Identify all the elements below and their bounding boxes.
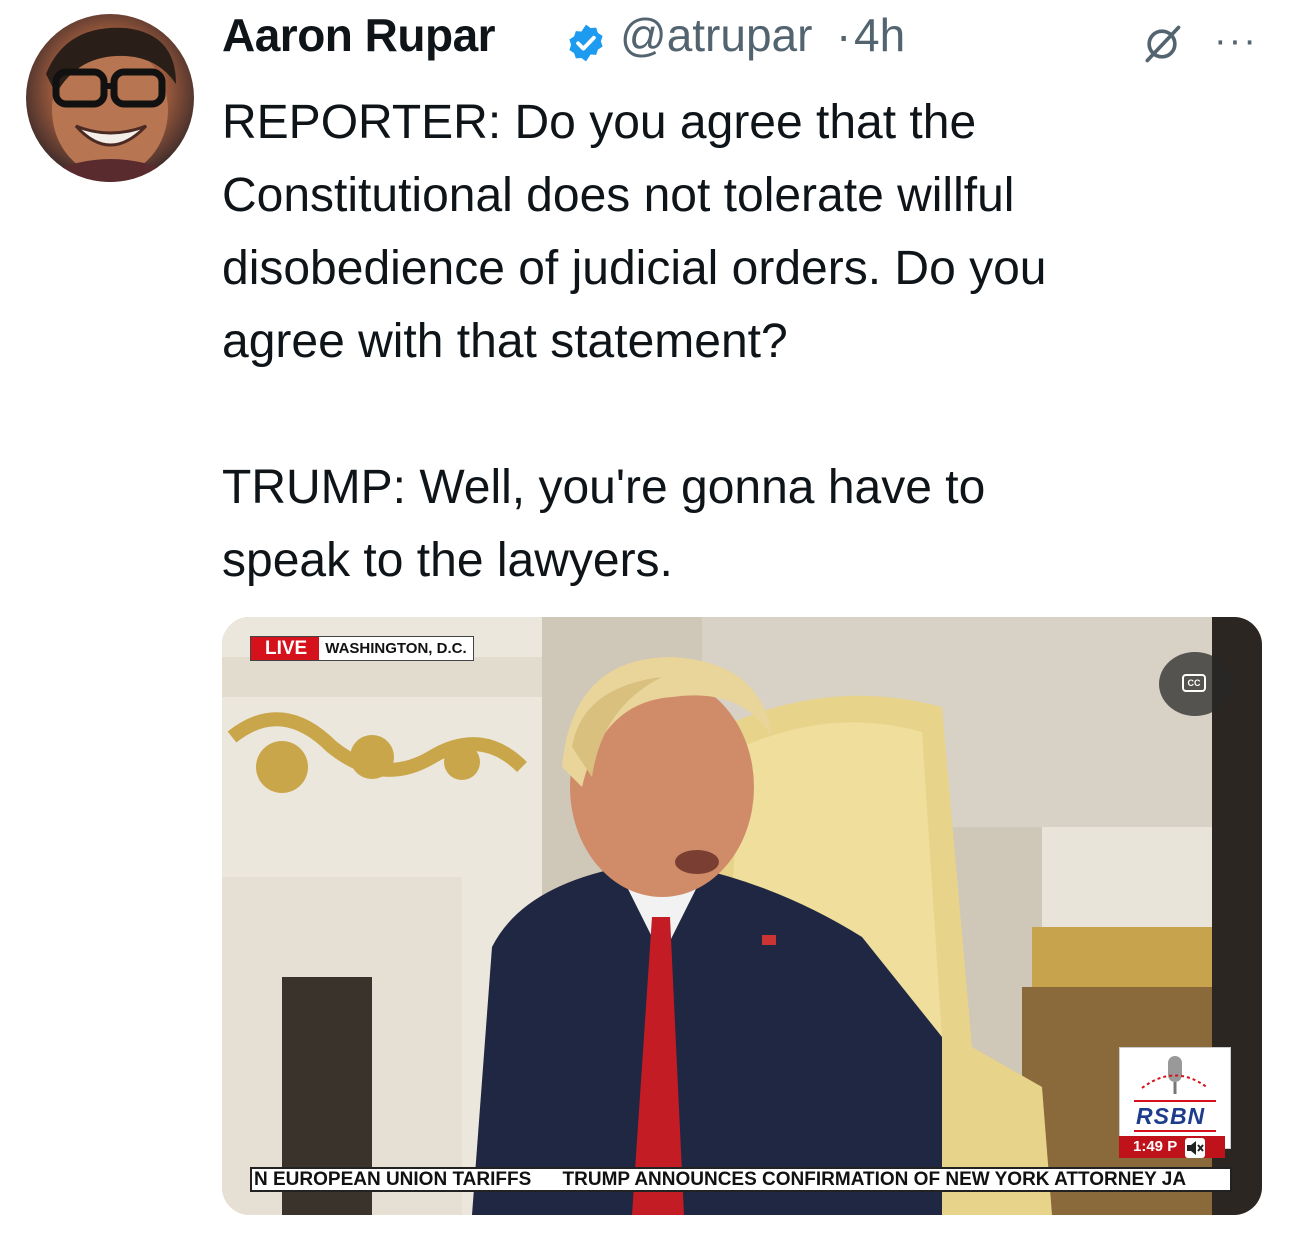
mute-button[interactable] [1185, 1138, 1205, 1158]
logo-rule-top [1134, 1100, 1216, 1102]
news-ticker: N EUROPEAN UNION TARIFFS TRUMP ANNOUNCES… [250, 1167, 1232, 1192]
logo-rule-bottom [1134, 1130, 1216, 1132]
ticker-item-right: TRUMP ANNOUNCES CONFIRMATION OF NEW YORK… [562, 1169, 1187, 1190]
network-logo: RSBN [1119, 1047, 1231, 1149]
tweet-header: Aaron Rupar @atrupar · 4h ··· [222, 4, 1272, 70]
video-frame [222, 617, 1262, 1215]
grok-icon[interactable] [1140, 22, 1184, 66]
live-label: LIVE [251, 637, 320, 660]
verified-badge-icon [569, 24, 603, 62]
separator-dot: · [836, 9, 852, 61]
closed-captions-icon: CC [1182, 674, 1206, 692]
tweet-text: REPORTER: Do you agree that the Constitu… [222, 96, 1047, 587]
broadcast-clock: 1:49 P [1119, 1136, 1225, 1158]
ticker-item-left: N EUROPEAN UNION TARIFFS [254, 1169, 532, 1190]
author-name[interactable]: Aaron Rupar [222, 8, 496, 62]
video-player[interactable]: LIVE WASHINGTON, D.C. CC RSBN 1:49 P N E… [222, 617, 1262, 1215]
microphone-icon [1141, 1056, 1209, 1094]
avatar-portrait [46, 27, 176, 182]
author-avatar[interactable] [26, 14, 194, 182]
live-badge: LIVE WASHINGTON, D.C. [250, 636, 474, 661]
tweet-timestamp[interactable]: 4h [854, 8, 905, 62]
network-logo-text: RSBN [1136, 1103, 1206, 1129]
closed-captions-button[interactable]: CC [1159, 652, 1231, 716]
location-label: WASHINGTON, D.C. [319, 637, 473, 660]
more-icon[interactable]: ··· [1214, 20, 1258, 63]
author-handle[interactable]: @atrupar [620, 8, 812, 62]
muted-speaker-icon [1187, 1141, 1204, 1155]
